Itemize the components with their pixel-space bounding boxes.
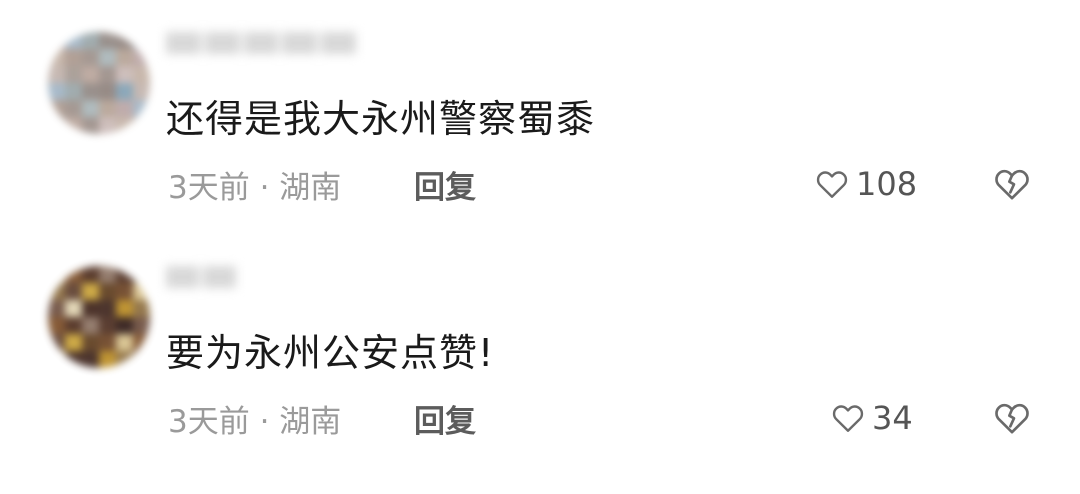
avatar-mosaic-tile (99, 300, 116, 317)
avatar-mosaic-tile (82, 334, 99, 351)
avatar-mosaic-tile (99, 317, 116, 334)
avatar-mosaic-tile (65, 66, 82, 83)
username-blurred[interactable] (166, 266, 236, 288)
avatar-mosaic-tile (65, 300, 82, 317)
heart-outline-icon (816, 171, 848, 198)
avatar-mosaic-tile (99, 100, 116, 117)
avatar-mosaic-tile (99, 334, 116, 351)
avatar-mosaic-tile (48, 351, 65, 368)
avatar-mosaic-tile (99, 66, 116, 83)
avatar-mosaic-tile (82, 117, 99, 134)
avatar-mosaic-tile (48, 266, 65, 283)
avatar-mosaic-tile (116, 351, 133, 368)
avatar-mosaic-tile (116, 300, 133, 317)
like-button[interactable]: 108 (814, 164, 917, 204)
avatar-mosaic-tile (133, 317, 150, 334)
avatar-mosaic-tile (82, 66, 99, 83)
avatar-mosaic-tile (133, 300, 150, 317)
avatar-mosaic-tile (48, 32, 65, 49)
avatar-mosaic-tile (133, 351, 150, 368)
avatar-mosaic-tile (99, 283, 116, 300)
avatar-mosaic-tile (82, 49, 99, 66)
avatar-mosaic-tile (133, 117, 150, 134)
avatar-mosaic-tile (99, 83, 116, 100)
avatar-mosaic-tile (133, 83, 150, 100)
like-count: 34 (872, 399, 913, 437)
avatar-mosaic-tile (65, 32, 82, 49)
avatar-mosaic-tile (65, 334, 82, 351)
avatar-mosaic-tile (48, 49, 65, 66)
avatar-mosaic-tile (82, 283, 99, 300)
avatar-mosaic-tile (99, 49, 116, 66)
comment-text: 还得是我大永州警察蜀黍 (166, 97, 596, 141)
avatar-mosaic-tile (65, 266, 82, 283)
broken-heart-outline-icon (995, 403, 1029, 434)
avatar-mosaic-tile (116, 283, 133, 300)
avatar-mosaic-tile (133, 32, 150, 49)
avatar-mosaic-tile (116, 49, 133, 66)
avatar-mosaic-tile (133, 334, 150, 351)
reply-button[interactable]: 回复 (414, 396, 476, 441)
avatar-mosaic-tile (65, 83, 82, 100)
avatar-mosaic-tile (82, 300, 99, 317)
avatar-mosaic-tile (133, 100, 150, 117)
avatar-mosaic-tile (99, 266, 116, 283)
dislike-button[interactable] (992, 398, 1032, 438)
avatar-mosaic-tile (48, 317, 65, 334)
avatar-mosaic-tile (82, 351, 99, 368)
reply-button[interactable]: 回复 (414, 162, 476, 207)
avatar-mosaic-tile (48, 66, 65, 83)
username-blurred[interactable] (166, 32, 356, 54)
avatar-mosaic-tile (65, 49, 82, 66)
avatar-mosaic-tile (48, 334, 65, 351)
avatar-mosaic-tile (65, 283, 82, 300)
avatar-mosaic-tile (65, 117, 82, 134)
avatar-mosaic-tile (48, 300, 65, 317)
avatar-mosaic-tile (48, 283, 65, 300)
avatar-mosaic-tile (82, 317, 99, 334)
avatar-mosaic-tile (82, 83, 99, 100)
avatar-mosaic-tile (48, 100, 65, 117)
avatar-mosaic-tile (116, 32, 133, 49)
like-button[interactable]: 34 (830, 398, 913, 438)
heart-outline-icon (832, 405, 864, 432)
avatar-mosaic-tile (82, 100, 99, 117)
avatar-mosaic-tile (116, 266, 133, 283)
avatar-mosaic-tile (116, 334, 133, 351)
avatar-mosaic-tile (133, 49, 150, 66)
avatar-mosaic-tile (48, 83, 65, 100)
comment-text: 要为永州公安点赞! (166, 331, 495, 375)
avatar-mosaic-tile (116, 100, 133, 117)
avatar[interactable] (48, 32, 150, 134)
avatar-mosaic-tile (133, 66, 150, 83)
avatar-mosaic-tile (48, 117, 65, 134)
avatar-mosaic-tile (65, 317, 82, 334)
comment-meta: 3天前 · 湖南 (168, 170, 342, 206)
avatar-mosaic-tile (133, 266, 150, 283)
avatar-mosaic-tile (82, 32, 99, 49)
avatar-mosaic-tile (116, 117, 133, 134)
comment-item: 还得是我大永州警察蜀黍 3天前 · 湖南 回复 108 (0, 0, 1080, 240)
avatar-mosaic-tile (82, 266, 99, 283)
avatar[interactable] (48, 266, 150, 368)
avatar-mosaic-tile (116, 317, 133, 334)
avatar-mosaic-tile (116, 83, 133, 100)
avatar-mosaic-tile (99, 351, 116, 368)
avatar-mosaic-tile (99, 117, 116, 134)
like-count: 108 (856, 165, 918, 203)
avatar-mosaic-tile (133, 283, 150, 300)
comment-item: 要为永州公安点赞! 3天前 · 湖南 回复 34 (0, 234, 1080, 474)
dislike-button[interactable] (992, 164, 1032, 204)
comment-meta: 3天前 · 湖南 (168, 404, 342, 440)
avatar-mosaic-tile (99, 32, 116, 49)
avatar-mosaic-tile (116, 66, 133, 83)
avatar-mosaic-tile (65, 100, 82, 117)
broken-heart-outline-icon (995, 169, 1029, 200)
avatar-mosaic-tile (65, 351, 82, 368)
